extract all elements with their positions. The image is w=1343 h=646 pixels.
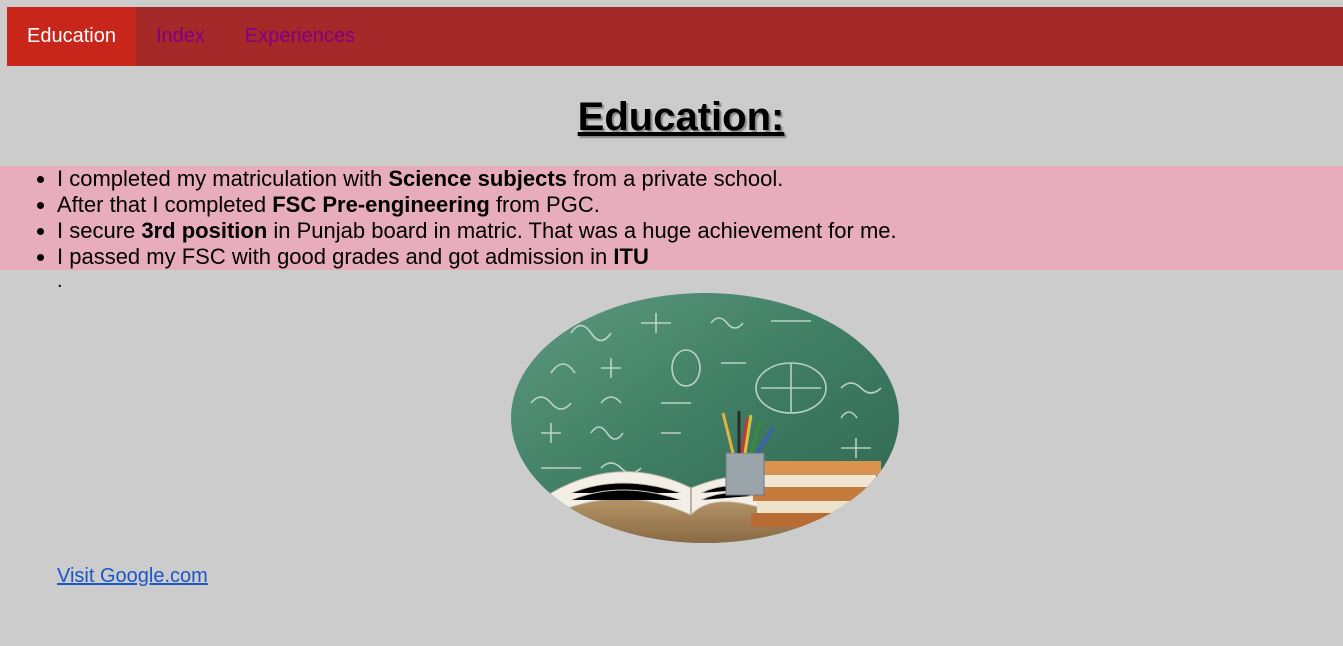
nav-item-index[interactable]: Index [136,7,225,66]
education-list: I completed my matriculation with Scienc… [0,166,1343,270]
education-photo [511,293,899,543]
list-item: I completed my matriculation with Scienc… [57,166,1343,192]
chalkboard-books-image [511,293,899,543]
visit-google-link[interactable]: Visit Google.com [57,565,208,588]
nav-item-experiences[interactable]: Experiences [225,7,375,66]
top-navbar: Education Index Experiences [7,7,1343,66]
list-item: I secure 3rd position in Punjab board in… [57,218,1343,244]
list-item: I passed my FSC with good grades and got… [57,244,1343,270]
page-title: Education: [577,95,785,139]
list-item: After that I completed FSC Pre-engineeri… [57,192,1343,218]
trailing-dot: . [57,270,63,292]
nav-item-education[interactable]: Education [7,7,136,66]
